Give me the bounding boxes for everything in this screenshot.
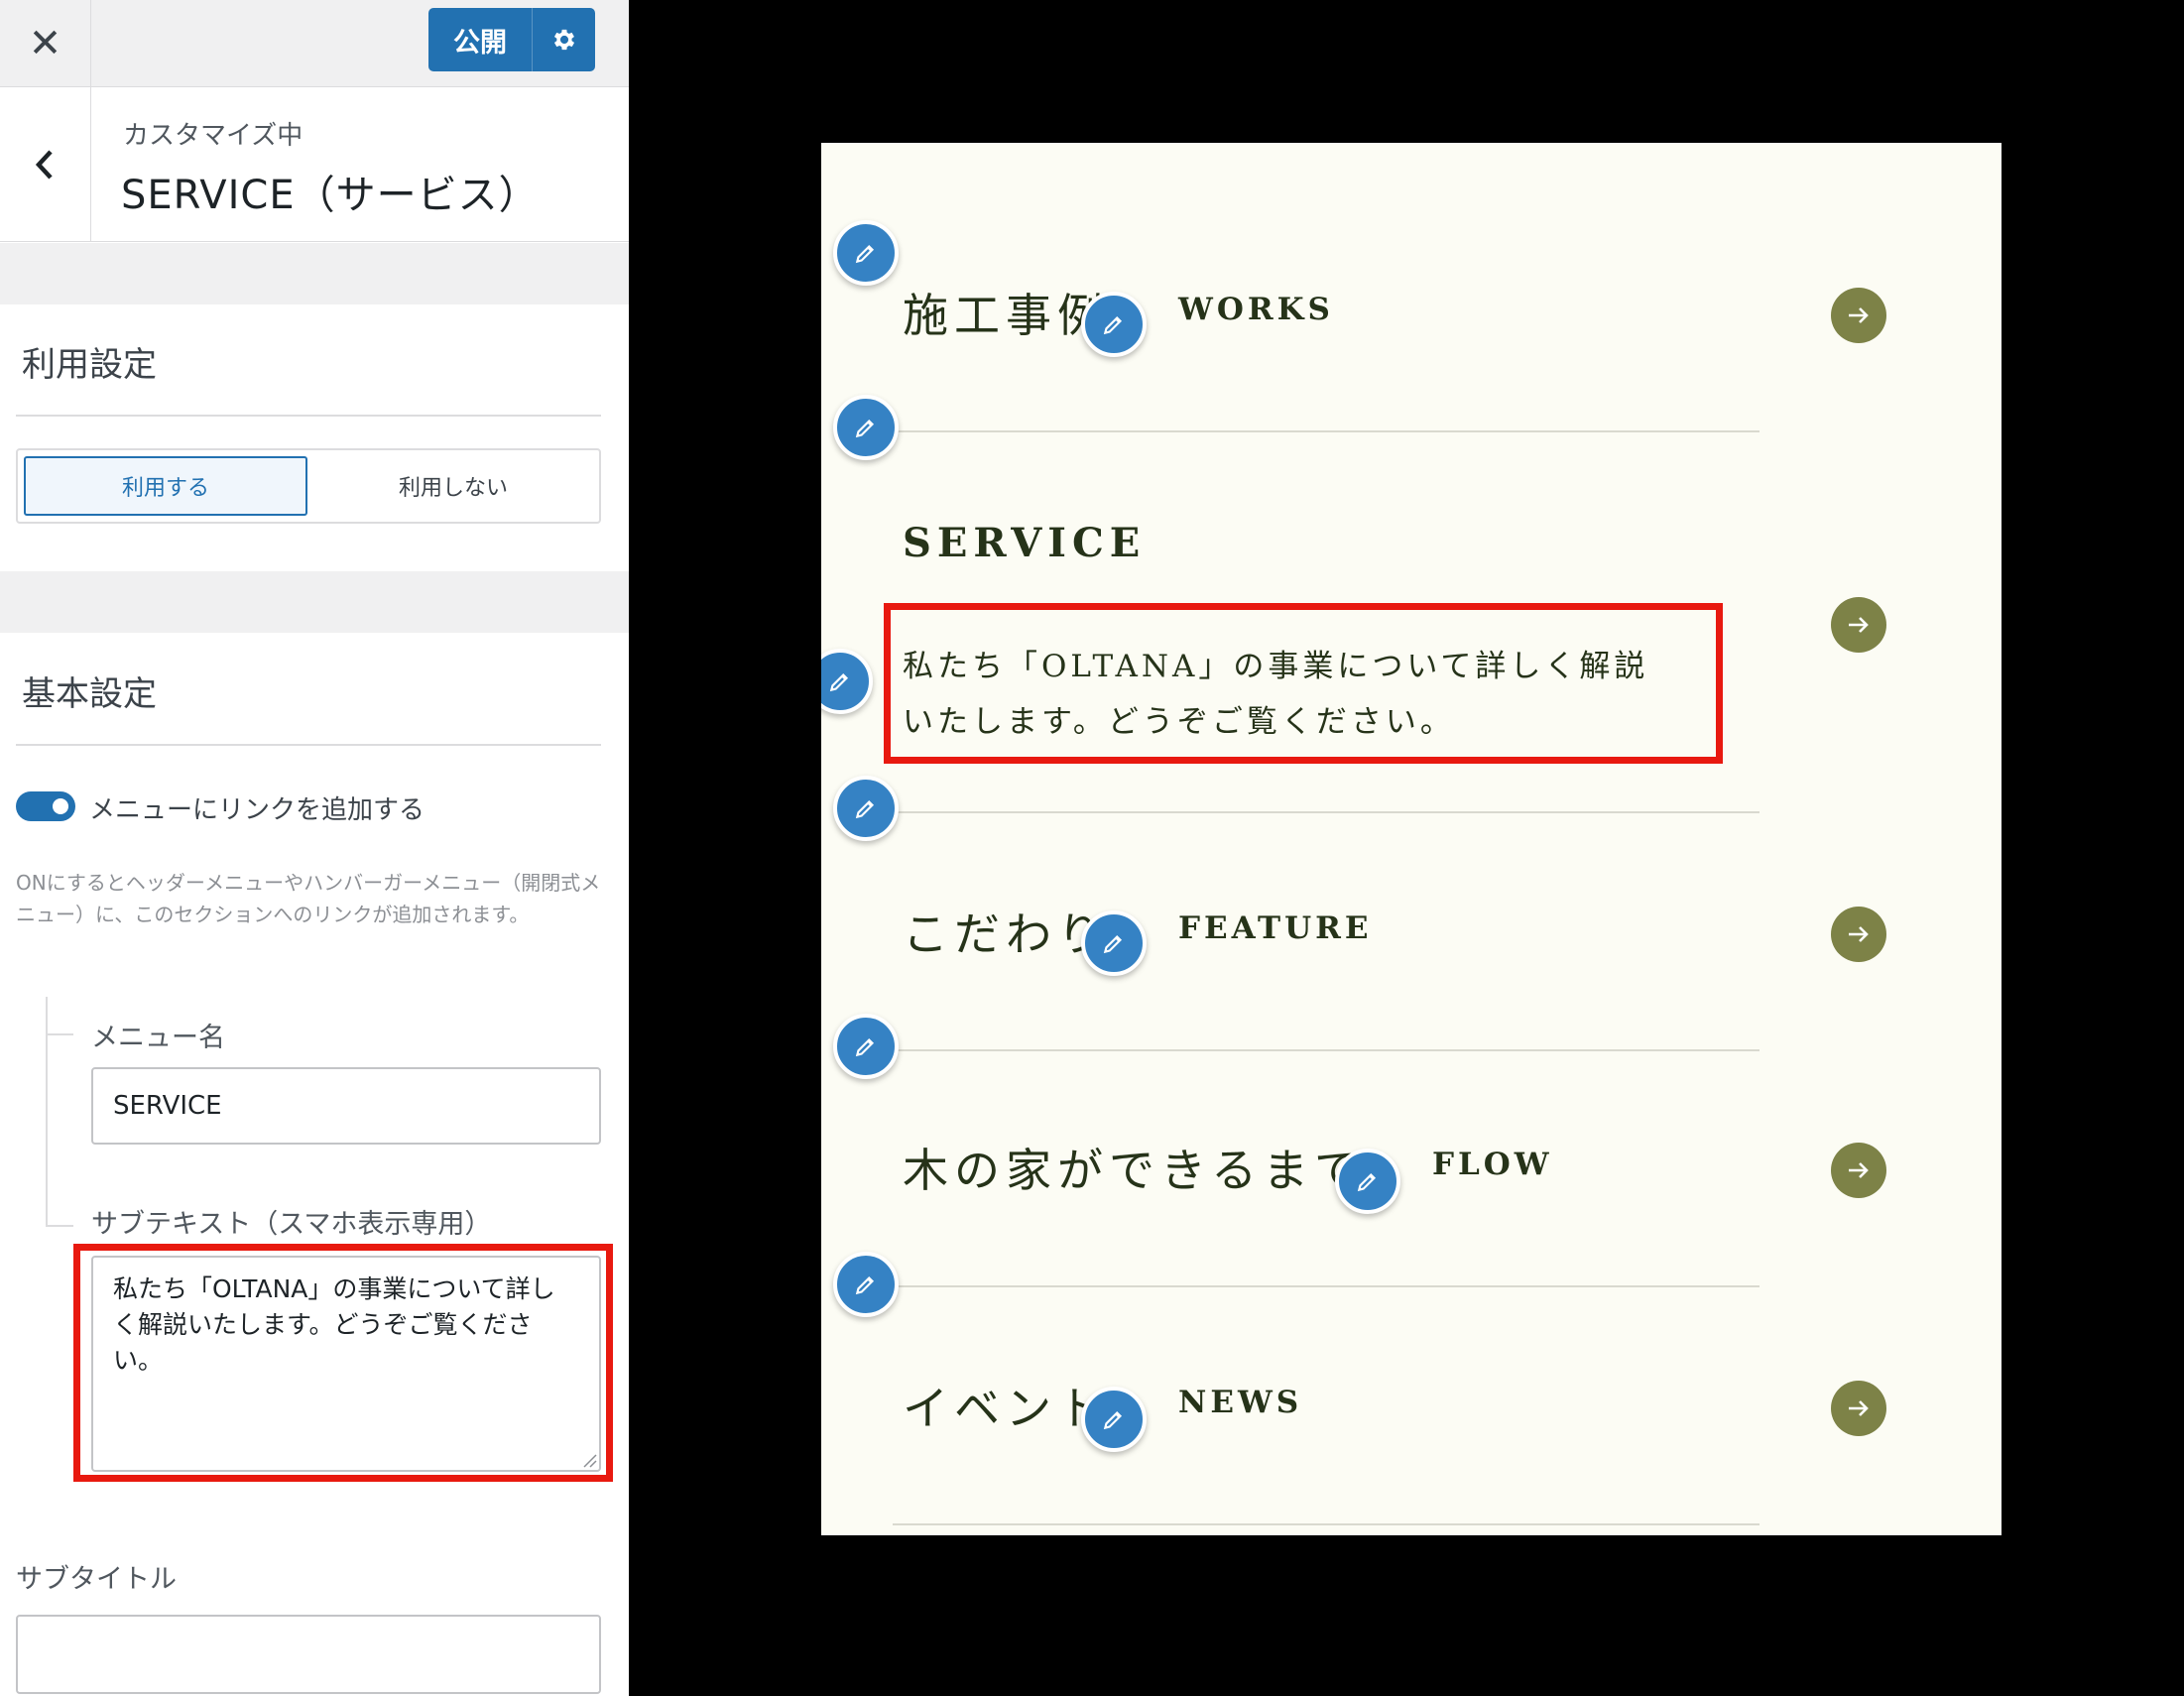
edit-shortcut-button[interactable] xyxy=(833,395,899,460)
edit-shortcut-button[interactable] xyxy=(833,1252,899,1317)
menu-item-works-jp[interactable]: 施工事例 xyxy=(903,280,1109,345)
pencil-icon xyxy=(855,244,875,264)
divider xyxy=(16,744,601,746)
edit-shortcut-button[interactable] xyxy=(833,776,899,841)
usage-heading: 利用設定 xyxy=(22,345,157,385)
arrow-button-service[interactable] xyxy=(1831,597,1886,653)
arrow-button-feature[interactable] xyxy=(1831,907,1886,962)
section-title: SERVICE（サービス） xyxy=(121,173,540,218)
close-button[interactable]: ✕ xyxy=(0,0,91,87)
panel-gap xyxy=(0,243,629,304)
customizer-sidebar: ✕ 公開 カスタマイズ中 SERVICE（サービス） 利用設定 利用する 利用し… xyxy=(0,0,629,1696)
arrow-right-icon xyxy=(1849,307,1869,323)
edit-shortcut-button[interactable] xyxy=(1335,1149,1400,1214)
arrow-button-flow[interactable] xyxy=(1831,1143,1886,1198)
pencil-icon xyxy=(855,1037,875,1057)
subtitle-input[interactable] xyxy=(16,1615,601,1694)
menu-item-feature-jp[interactable]: こだわり xyxy=(903,899,1109,964)
edit-shortcut-button[interactable] xyxy=(833,1014,899,1079)
menu-item-service-en[interactable]: SERVICE xyxy=(903,520,1146,566)
tree-line xyxy=(46,1225,73,1227)
subtext-textarea[interactable] xyxy=(91,1256,601,1472)
menu-item-flow-jp[interactable]: 木の家ができるまで xyxy=(903,1135,1366,1200)
divider xyxy=(16,415,601,417)
edit-shortcut-button[interactable] xyxy=(1081,292,1147,357)
publish-button[interactable]: 公開 xyxy=(428,21,532,60)
arrow-right-icon xyxy=(1849,617,1869,633)
help-text: ONにするとヘッダーメニューやハンバーガーメニュー（開閉式メニュー）に、このセク… xyxy=(16,871,601,926)
menu-item-news-jp[interactable]: イベント xyxy=(903,1373,1109,1438)
resize-handle-icon[interactable] xyxy=(581,1452,597,1468)
chevron-left-icon xyxy=(35,150,53,180)
service-subtext: 私たち「OLTANA」の事業について詳しく解説 いたします。どうぞご覧ください。 xyxy=(903,639,1696,750)
pencil-icon xyxy=(855,799,875,819)
divider xyxy=(893,430,1759,432)
arrow-right-icon xyxy=(1849,926,1869,942)
customizer-topbar: ✕ 公開 xyxy=(0,0,629,87)
menu-name-label: メニュー名 xyxy=(91,1023,225,1053)
tree-line xyxy=(46,1033,73,1035)
usage-toggle: 利用する 利用しない xyxy=(16,448,601,524)
pencil-icon xyxy=(1357,1172,1377,1192)
menu-name-input[interactable] xyxy=(91,1067,601,1145)
screen: ✕ 公開 カスタマイズ中 SERVICE（サービス） 利用設定 利用する 利用し… xyxy=(0,0,2184,1696)
subtitle-label: サブタイトル xyxy=(16,1564,177,1595)
section-header: カスタマイズ中 SERVICE（サービス） xyxy=(0,87,629,242)
basic-heading: 基本設定 xyxy=(22,674,157,714)
divider xyxy=(893,1285,1759,1287)
edit-shortcut-button[interactable] xyxy=(833,220,899,286)
divider xyxy=(893,1523,1759,1525)
edit-shortcut-button[interactable] xyxy=(1081,910,1147,976)
service-subtext-line: いたします。どうぞご覧ください。 xyxy=(903,704,1455,740)
service-subtext-line: 私たち「OLTANA」の事業について詳しく解説 xyxy=(903,649,1649,684)
pencil-icon xyxy=(829,672,849,692)
panel-gap xyxy=(0,571,629,633)
pencil-icon xyxy=(1103,934,1123,954)
menu-item-works-en[interactable]: WORKS xyxy=(1178,292,1334,327)
customizing-label: カスタマイズ中 xyxy=(123,121,303,151)
menu-item-feature-en[interactable]: FEATURE xyxy=(1178,910,1373,946)
menu-item-flow-en[interactable]: FLOW xyxy=(1432,1147,1553,1182)
pencil-icon xyxy=(1103,315,1123,335)
arrow-button-works[interactable] xyxy=(1831,288,1886,343)
divider xyxy=(893,1049,1759,1051)
edit-shortcut-button[interactable] xyxy=(821,649,873,714)
publish-settings-button[interactable] xyxy=(532,8,595,71)
site-preview: 施工事例 WORKS SERVICE 私たち「OLTANA」の事業について詳しく… xyxy=(821,143,2002,1535)
arrow-right-icon xyxy=(1849,1400,1869,1416)
back-button[interactable] xyxy=(0,87,91,242)
publish-button-group: 公開 xyxy=(428,8,595,71)
menu-item-news-en[interactable]: NEWS xyxy=(1178,1385,1302,1420)
usage-option-enabled[interactable]: 利用する xyxy=(24,456,307,516)
close-icon: ✕ xyxy=(28,21,62,66)
menu-link-switch-label: メニューにリンクを追加する xyxy=(89,795,425,825)
tree-line xyxy=(46,997,48,1227)
pencil-icon xyxy=(1103,1410,1123,1430)
subtext-label: サブテキスト（スマホ表示専用） xyxy=(91,1209,492,1240)
arrow-right-icon xyxy=(1849,1162,1869,1178)
edit-shortcut-button[interactable] xyxy=(1081,1387,1147,1452)
pencil-icon xyxy=(855,1275,875,1295)
divider xyxy=(893,811,1759,813)
pencil-icon xyxy=(855,419,875,438)
gear-icon xyxy=(553,29,574,51)
menu-link-switch[interactable] xyxy=(16,791,75,821)
usage-option-disabled[interactable]: 利用しない xyxy=(313,456,593,516)
arrow-button-news[interactable] xyxy=(1831,1381,1886,1436)
